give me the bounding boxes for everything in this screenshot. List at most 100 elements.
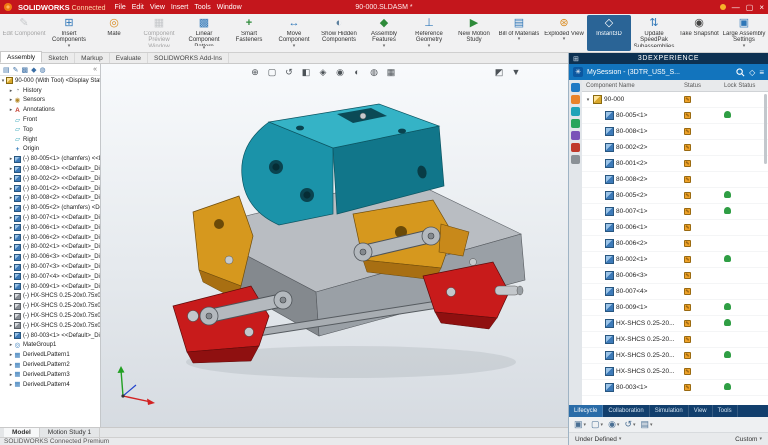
table-row[interactable]: 80-005<2> <box>582 188 768 204</box>
panel-tab[interactable]: Lifecycle <box>569 405 603 417</box>
table-row[interactable]: 80-007<4> <box>582 284 768 300</box>
tree-item[interactable]: ▸ (-) 80-001<2> <<Default>_Displ <box>0 184 100 194</box>
panel-tab[interactable]: Tools <box>713 405 738 417</box>
model-tab[interactable]: Model <box>4 428 40 437</box>
tree-item[interactable]: ▸ History <box>0 86 100 96</box>
maturity-dropdown[interactable]: Under Defined <box>575 436 617 443</box>
zoom-area-icon[interactable]: ▢ <box>266 67 278 78</box>
explore-with-button[interactable]: ▣ ▾ <box>574 419 586 430</box>
menu-item[interactable]: Window <box>214 4 245 11</box>
ribbon-button[interactable]: Update SpeedPak Subassemblies <box>632 15 676 51</box>
column-component-name[interactable]: Component Name <box>582 83 684 89</box>
more-tools-button[interactable]: ▤ ▾ <box>641 419 653 430</box>
apps-icon[interactable] <box>571 155 580 164</box>
scrollbar[interactable] <box>764 94 767 164</box>
column-lock-status[interactable]: Lock Status <box>724 83 768 89</box>
tree-item[interactable]: ▸ (-) 80-006<3> <<Default>_Displ <box>0 252 100 262</box>
tree-item[interactable]: ▸ (-) 80-002<1> <<Default>_Displ <box>0 243 100 253</box>
command-tab[interactable]: SOLIDWORKS Add-Ins <box>148 53 229 63</box>
column-status[interactable]: Status <box>684 83 724 89</box>
table-row[interactable]: 80-006<1> <box>582 220 768 236</box>
menu-item[interactable]: Insert <box>168 4 192 11</box>
command-tab[interactable]: Evaluate <box>110 53 148 63</box>
table-row[interactable]: HX-SHCS 0.25-20... <box>582 316 768 332</box>
tree-item[interactable]: ▸ (-) 80-003<1> <<Default>_Displ <box>0 331 100 341</box>
menu-item[interactable]: Edit <box>129 4 147 11</box>
open-button[interactable]: ▢ ▾ <box>591 419 603 430</box>
display-style-icon[interactable]: ◉ <box>334 67 346 78</box>
issues-icon[interactable] <box>571 143 580 152</box>
notification-icon[interactable] <box>720 4 726 10</box>
assembly-model[interactable] <box>101 64 568 427</box>
table-row[interactable]: 80-008<2> <box>582 172 768 188</box>
tree-item[interactable]: Front <box>0 115 100 125</box>
isolate-icon[interactable]: ◩ <box>493 67 505 78</box>
tree-item[interactable]: Origin <box>0 145 100 155</box>
search-icon[interactable] <box>736 68 745 77</box>
ribbon-button[interactable]: Bill of Materials ▾ <box>497 15 541 51</box>
panel-tab[interactable]: Collaboration <box>603 405 649 417</box>
tree-item[interactable]: ▸ (-) HX-SHCS 0.25-20x0.75x0.75-N <box>0 311 100 321</box>
compass-icon[interactable] <box>571 83 580 92</box>
model-tab[interactable]: Motion Study 1 <box>40 428 100 437</box>
view-orientation-icon[interactable]: ◈ <box>317 67 329 78</box>
command-tab[interactable]: Assembly <box>0 51 42 63</box>
table-row[interactable]: ▾ 90-000 <box>582 92 768 108</box>
tree-item[interactable]: ▸ DerivedLPattern2 <box>0 360 100 370</box>
table-row[interactable]: 80-008<1> <box>582 124 768 140</box>
collapse-pane-icon[interactable]: « <box>93 66 97 73</box>
ribbon-button[interactable]: Instant3D <box>587 15 631 51</box>
ribbon-button[interactable]: Linear Component Pattern ▾ <box>182 15 226 51</box>
maximize-icon[interactable]: ▢ <box>746 3 754 12</box>
tree-item[interactable]: ▸ (-) HX-SHCS 0.25-20x0.75x0.75-N <box>0 292 100 302</box>
ribbon-button[interactable]: Take Snapshot <box>677 15 721 51</box>
table-row[interactable]: 80-006<3> <box>582 268 768 284</box>
command-tab[interactable]: Markup <box>75 53 110 63</box>
tree-item[interactable]: ▸ (-) 80-006<1> <<Default>_Displ <box>0 223 100 233</box>
ribbon-button[interactable]: Exploded View ▾ <box>542 15 586 51</box>
tree-item[interactable]: ▾ 90-000 (With Tool) <Display State-5> <box>0 76 100 86</box>
table-row[interactable]: HX-SHCS 0.25-20... <box>582 332 768 348</box>
table-row[interactable]: 80-009<1> <box>582 300 768 316</box>
ribbon-button[interactable]: Move Component ▾ <box>272 15 316 51</box>
bookmarks-icon[interactable] <box>571 95 580 104</box>
panel-tab[interactable]: Simulation <box>650 405 689 417</box>
tree-item[interactable]: ▸ (-) HX-SHCS 0.25-20x0.75x0.75-N <box>0 321 100 331</box>
ribbon-button[interactable]: Mate <box>92 15 136 51</box>
tree-item[interactable]: ▸ (-) 80-007<4> <<Default>_Displ <box>0 272 100 282</box>
tree-item[interactable]: ▸ (-) 80-005<1> (chamfers) <<Defa <box>0 154 100 164</box>
tree-item[interactable]: ▸ (-) 80-007<3> <<Default>_Displ <box>0 262 100 272</box>
tree-item[interactable]: Top <box>0 125 100 135</box>
model-left-red-bracket[interactable] <box>173 286 269 363</box>
tree-item[interactable]: ▸ (-) HX-SHCS 0.25-20x0.75x0.75-N <box>0 301 100 311</box>
tree-item[interactable]: ▸ Annotations <box>0 105 100 115</box>
graphics-area[interactable]: ⊕▢↺◧◈◉◐◍▦ ◩▼ <box>101 64 568 427</box>
ribbon-button[interactable]: New Motion Study <box>452 15 496 51</box>
hide-show-icon[interactable]: ◐ <box>351 67 363 78</box>
ownership-dropdown[interactable]: Custom <box>735 436 757 443</box>
expander-icon[interactable]: ▾ <box>585 97 591 103</box>
table-row[interactable]: 80-001<2> <box>582 156 768 172</box>
table-row[interactable]: HX-SHCS 0.25-20... <box>582 364 768 380</box>
command-tab[interactable]: Sketch <box>42 53 75 63</box>
ribbon-button[interactable]: Reference Geometry ▾ <box>407 15 451 51</box>
appearance-icon[interactable]: ◍ <box>368 67 380 78</box>
zoom-fit-icon[interactable]: ⊕ <box>249 67 261 78</box>
tree-item[interactable]: ▸ (-) 80-002<2> <<Default>_Displ <box>0 174 100 184</box>
tree-item[interactable]: ▸ (-) 80-009<1> <<Default>_Displ <box>0 282 100 292</box>
menu-item[interactable]: File <box>111 4 128 11</box>
table-row[interactable]: 80-006<2> <box>582 236 768 252</box>
tree-item[interactable]: ▸ DerivedLPattern4 <box>0 380 100 390</box>
tree-item[interactable]: ▸ (-) 80-007<1> <<Default>_Displ <box>0 213 100 223</box>
content-icon[interactable] <box>571 131 580 140</box>
table-row[interactable]: 80-005<1> <box>582 108 768 124</box>
update-button[interactable]: ↺ ▾ <box>624 419 635 430</box>
ribbon-button[interactable]: Assembly Features ▾ <box>362 15 406 51</box>
menu-item[interactable]: View <box>147 4 168 11</box>
table-row[interactable]: 80-007<1> <box>582 204 768 220</box>
tree-item[interactable]: ▸ (-) 80-006<2> <<Default>_Displ <box>0 233 100 243</box>
featuremanager-tab-icon[interactable]: ▤ <box>3 66 10 74</box>
menu-icon[interactable]: ≡ <box>759 68 764 77</box>
tree-item[interactable]: ▸ (-) 80-005<2> (chamfers) <Defa <box>0 203 100 213</box>
tree-item[interactable]: ▸ (-) 80-008<2> <<Default>_Displ <box>0 194 100 204</box>
